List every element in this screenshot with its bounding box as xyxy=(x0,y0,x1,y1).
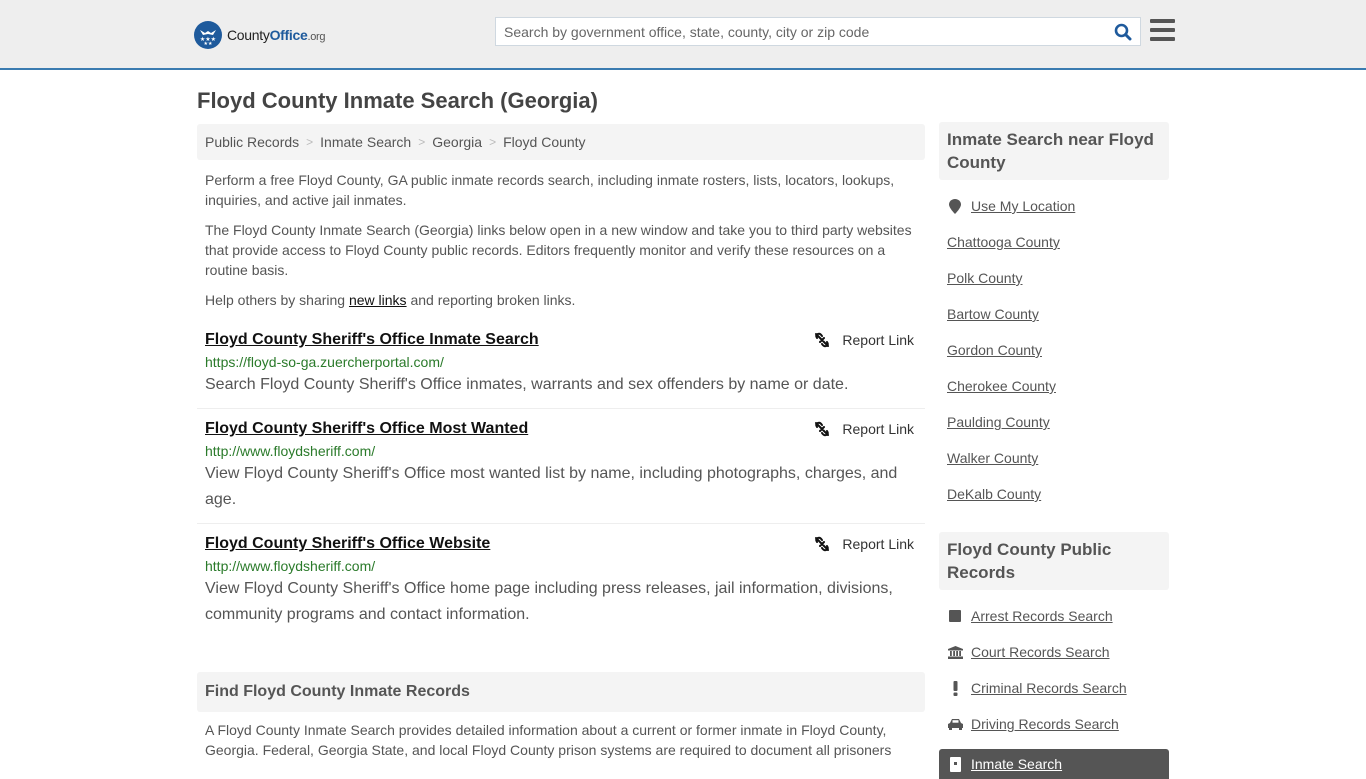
square-icon xyxy=(947,610,963,622)
resource-link-title[interactable]: Floyd County Sheriff's Office Inmate Sea… xyxy=(205,329,539,351)
page-title: Floyd County Inmate Search (Georgia) xyxy=(197,88,598,113)
county-link[interactable]: Chattooga County xyxy=(947,234,1060,250)
svg-text:★★: ★★ xyxy=(204,41,213,46)
county-link[interactable]: Bartow County xyxy=(947,306,1039,322)
public-record-item: Court Records Search xyxy=(947,634,1169,670)
resource-link-title[interactable]: Floyd County Sheriff's Office Most Wante… xyxy=(205,418,528,440)
county-link[interactable]: Paulding County xyxy=(947,414,1050,430)
inmate-search-active-item[interactable]: Inmate Search xyxy=(939,749,1169,779)
breadcrumb-separator: > xyxy=(418,135,426,149)
breadcrumb: Public Records > Inmate Search > Georgia… xyxy=(197,124,925,160)
resource-link-description: View Floyd County Sheriff's Office most … xyxy=(205,465,898,508)
new-links-link[interactable]: new links xyxy=(349,292,407,308)
search-icon xyxy=(1114,23,1132,40)
breadcrumb-georgia[interactable]: Georgia xyxy=(432,134,482,150)
breadcrumb-separator: > xyxy=(489,135,497,149)
nearby-county-item: Polk County xyxy=(947,260,1169,296)
resource-link-item: Floyd County Sheriff's Office Inmate Sea… xyxy=(197,320,925,409)
resource-link-item: Floyd County Sheriff's Office Website Re… xyxy=(197,524,925,638)
county-link[interactable]: DeKalb County xyxy=(947,486,1041,502)
map-marker-icon xyxy=(947,198,963,214)
nearby-county-list: Use My Location Chattooga County Polk Co… xyxy=(939,180,1169,522)
driving-records-link[interactable]: Driving Records Search xyxy=(971,716,1119,732)
public-record-item: Criminal Records Search xyxy=(947,670,1169,706)
use-my-location-item: Use My Location xyxy=(947,188,1169,224)
report-link-button[interactable]: Report Link xyxy=(814,536,914,552)
report-link-button[interactable]: Report Link xyxy=(814,332,914,348)
eagle-stars-icon: ★★★ ★★ xyxy=(194,21,222,49)
site-logo[interactable]: ★★★ ★★ CountyOffice.org xyxy=(194,21,326,49)
intro-paragraph-3: Help others by sharing new links and rep… xyxy=(205,292,576,308)
top-bar: ★★★ ★★ CountyOffice.org xyxy=(0,0,1366,70)
public-record-item: Driving Records Search xyxy=(947,706,1169,742)
resource-link-url: http://www.floydsheriff.com/ xyxy=(205,558,376,574)
broken-link-icon xyxy=(815,421,830,437)
door-icon xyxy=(947,756,963,772)
public-records-list: Arrest Records Search Court Records Sear… xyxy=(939,590,1169,752)
breadcrumb-inmate-search[interactable]: Inmate Search xyxy=(320,134,411,150)
breadcrumb-floyd-county[interactable]: Floyd County xyxy=(503,134,585,150)
nearby-county-item: DeKalb County xyxy=(947,476,1169,512)
use-my-location-link[interactable]: Use My Location xyxy=(971,198,1075,214)
courthouse-icon xyxy=(947,645,963,659)
nearby-county-item: Paulding County xyxy=(947,404,1169,440)
nearby-county-item: Gordon County xyxy=(947,332,1169,368)
broken-link-icon xyxy=(815,332,830,348)
search-input[interactable] xyxy=(496,18,1106,45)
public-records-heading: Floyd County Public Records xyxy=(939,532,1169,590)
resource-link-url: https://floyd-so-ga.zuercherportal.com/ xyxy=(205,354,444,370)
county-link[interactable]: Walker County xyxy=(947,450,1038,466)
sidebar: Inmate Search near Floyd County Use My L… xyxy=(939,122,1169,779)
find-records-heading: Find Floyd County Inmate Records xyxy=(197,672,925,712)
arrest-records-link[interactable]: Arrest Records Search xyxy=(971,608,1113,624)
nearby-county-item: Chattooga County xyxy=(947,224,1169,260)
breadcrumb-public-records[interactable]: Public Records xyxy=(205,134,299,150)
county-link[interactable]: Cherokee County xyxy=(947,378,1056,394)
breadcrumb-separator: > xyxy=(306,135,314,149)
inmate-search-link[interactable]: Inmate Search xyxy=(971,756,1062,772)
find-records-body: A Floyd County Inmate Search provides de… xyxy=(205,722,892,758)
intro-paragraph-2: The Floyd County Inmate Search (Georgia)… xyxy=(205,222,912,278)
report-link-button[interactable]: Report Link xyxy=(814,421,914,437)
county-link[interactable]: Polk County xyxy=(947,270,1022,286)
intro-text: Perform a free Floyd County, GA public i… xyxy=(197,170,925,310)
resource-link-description: View Floyd County Sheriff's Office home … xyxy=(205,580,893,623)
exclamation-icon xyxy=(947,680,963,696)
broken-link-icon xyxy=(815,536,830,552)
criminal-records-link[interactable]: Criminal Records Search xyxy=(971,680,1127,696)
intro-paragraph-1: Perform a free Floyd County, GA public i… xyxy=(205,172,895,208)
nearby-county-item: Cherokee County xyxy=(947,368,1169,404)
car-icon xyxy=(947,718,963,730)
court-records-link[interactable]: Court Records Search xyxy=(971,644,1110,660)
resource-link-url: http://www.floydsheriff.com/ xyxy=(205,443,376,459)
nearby-county-item: Walker County xyxy=(947,440,1169,476)
resource-link-item: Floyd County Sheriff's Office Most Wante… xyxy=(197,409,925,524)
search-button[interactable] xyxy=(1106,18,1140,45)
logo-text: CountyOffice.org xyxy=(227,27,326,43)
nearby-county-item: Bartow County xyxy=(947,296,1169,332)
nearby-heading: Inmate Search near Floyd County xyxy=(939,122,1169,180)
main-content: Public Records > Inmate Search > Georgia… xyxy=(197,124,925,768)
resource-link-description: Search Floyd County Sheriff's Office inm… xyxy=(205,376,849,393)
public-record-item: Arrest Records Search xyxy=(947,598,1169,634)
resource-links-list: Floyd County Sheriff's Office Inmate Sea… xyxy=(197,320,925,638)
resource-link-title[interactable]: Floyd County Sheriff's Office Website xyxy=(205,533,490,555)
search-bar xyxy=(495,17,1141,46)
county-link[interactable]: Gordon County xyxy=(947,342,1042,358)
hamburger-menu-icon[interactable] xyxy=(1150,19,1175,41)
